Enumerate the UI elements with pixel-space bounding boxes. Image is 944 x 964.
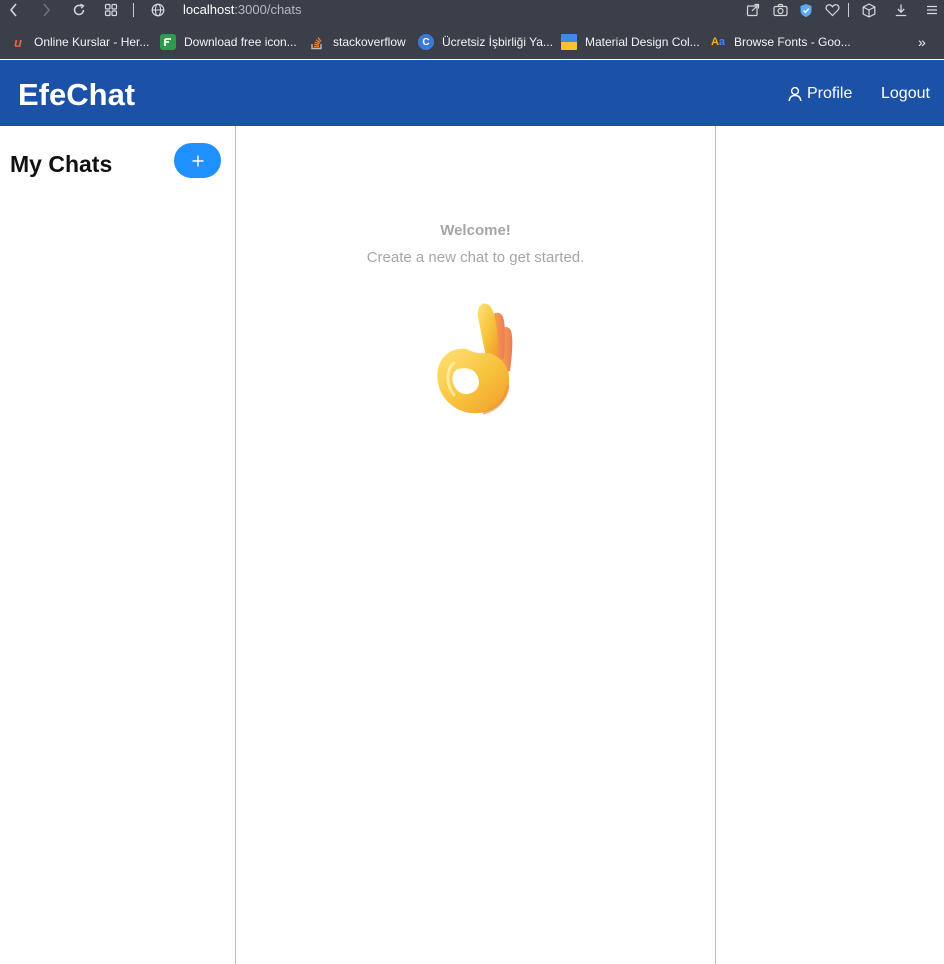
welcome-subtitle: Create a new chat to get started.: [366, 249, 585, 266]
reload-icon[interactable]: [69, 0, 89, 20]
canva-icon: C: [418, 34, 434, 50]
chat-sidebar: My Chats: [0, 126, 236, 964]
browser-toolbar: localhost:3000/chats: [0, 0, 944, 22]
heart-icon[interactable]: [822, 0, 842, 20]
bookmark-google-fonts[interactable]: Aa Browse Fonts - Goo...: [710, 33, 851, 51]
bookmarks-overflow-button[interactable]: »: [918, 33, 926, 51]
bookmark-udemy[interactable]: u Online Kurslar - Her...: [10, 33, 149, 51]
plus-icon: [192, 155, 203, 166]
bookmark-canva[interactable]: C Ücretsiz İşbirliği Ya...: [418, 33, 553, 51]
shield-icon[interactable]: [796, 0, 816, 20]
bookmark-label: Online Kurslar - Her...: [34, 35, 150, 49]
menu-icon[interactable]: [922, 0, 942, 20]
bookmark-label: stackoverflow: [333, 35, 406, 49]
tabs-grid-icon[interactable]: [101, 0, 121, 20]
ok-hand-emoji: [437, 303, 513, 415]
google-fonts-icon: Aa: [710, 36, 726, 48]
url-path: :3000/chats: [234, 2, 302, 17]
bookmark-stackoverflow[interactable]: stackoverflow: [309, 33, 406, 51]
forward-icon[interactable]: [36, 0, 56, 20]
new-chat-button[interactable]: [174, 143, 221, 178]
stackoverflow-icon: [309, 34, 325, 50]
app-brand[interactable]: EfeChat: [18, 77, 135, 113]
url-host: localhost: [183, 2, 235, 17]
bookmarks-bar: u Online Kurslar - Her... Download free …: [0, 28, 944, 56]
bookmark-flaticon[interactable]: Download free icon...: [160, 33, 297, 51]
bookmark-label: Browse Fonts - Goo...: [734, 35, 851, 49]
bookmark-label: Ücretsiz İşbirliği Ya...: [442, 35, 553, 49]
address-bar[interactable]: localhost:3000/chats: [183, 1, 302, 19]
chevron-double-right-icon: »: [918, 34, 926, 50]
flaticon-icon: [160, 34, 176, 50]
material-icon: [561, 34, 577, 50]
profile-label: Profile: [807, 85, 853, 102]
toolbar-divider: [848, 3, 849, 17]
bookmark-material[interactable]: Material Design Col...: [561, 33, 700, 51]
logout-link[interactable]: Logout: [881, 84, 930, 104]
bookmark-label: Material Design Col...: [585, 35, 700, 49]
share-icon[interactable]: [743, 0, 763, 20]
welcome-title: Welcome!: [440, 222, 511, 239]
udemy-icon: u: [14, 34, 22, 50]
toolbar-divider: [133, 3, 134, 17]
app-header: EfeChat Profile Logout: [0, 60, 944, 126]
bookmark-label: Download free icon...: [184, 35, 297, 49]
back-icon[interactable]: [4, 0, 24, 20]
extensions-cube-icon[interactable]: [859, 0, 879, 20]
sidebar-title: My Chats: [10, 151, 113, 177]
browser-chrome: localhost:3000/chats u Online Kurslar - …: [0, 0, 944, 59]
chat-main-panel: Welcome! Create a new chat to get starte…: [236, 126, 716, 964]
chat-details-panel: [716, 126, 944, 964]
camera-icon[interactable]: [770, 0, 790, 20]
user-icon: [788, 86, 802, 102]
download-icon[interactable]: [891, 0, 911, 20]
globe-icon: [148, 0, 168, 20]
profile-link[interactable]: Profile: [788, 84, 852, 104]
